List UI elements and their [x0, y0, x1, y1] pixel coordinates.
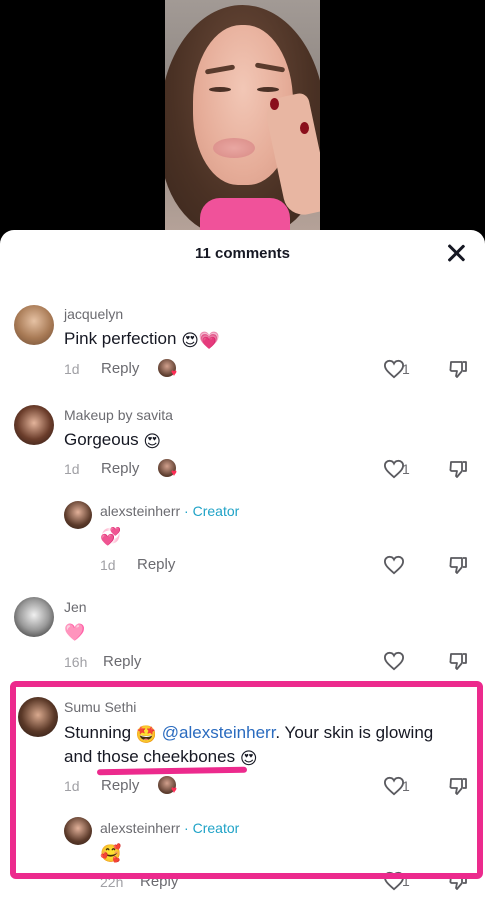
comment-username: alexsteinherr · Creator: [100, 503, 239, 519]
comment-item: Jen 🩷 16h Reply: [0, 593, 485, 678]
video-brow: [204, 64, 236, 75]
mention-link[interactable]: @alexsteinherr: [162, 723, 276, 742]
comment-age: 22h: [100, 874, 124, 890]
comment-text: Stunning 🤩 @alexsteinherr. Your skin is …: [64, 723, 433, 745]
video-nail: [270, 98, 279, 110]
heart-eyes-emoji: 😍: [143, 432, 162, 451]
heart-icon: ♥: [171, 368, 177, 379]
comment-item: jacquelyn Pink perfection 😍💗 1d Reply ♥ …: [0, 300, 485, 390]
creator-username[interactable]: alexsteinherr: [100, 503, 180, 519]
reply-button[interactable]: Reply: [140, 873, 178, 890]
comment-item: Sumu Sethi Stunning 🤩 @alexsteinherr. Yo…: [0, 693, 485, 803]
comment-text-body: Gorgeous: [64, 430, 139, 449]
comment-age: 1d: [64, 461, 80, 477]
comment-text: Pink perfection 😍💗: [64, 329, 220, 351]
comment-text: 🩷: [64, 621, 85, 643]
pink-heart-emoji: 💗: [198, 331, 221, 350]
star-struck-emoji: 🤩: [135, 725, 158, 744]
two-hearts-emoji: 💞: [100, 527, 122, 546]
avatar[interactable]: [14, 305, 54, 345]
avatar[interactable]: [14, 405, 54, 445]
comment-text-body: . Your skin is glowing: [275, 723, 434, 742]
reply-button[interactable]: Reply: [101, 360, 139, 377]
reply-button[interactable]: Reply: [101, 777, 139, 794]
comment-text: 🥰: [100, 842, 121, 864]
reply-button[interactable]: Reply: [103, 653, 141, 670]
comment-text: 💞: [100, 525, 121, 547]
reply-item: alexsteinherr · Creator 🥰 22h Reply 1: [0, 815, 485, 900]
avatar[interactable]: [64, 501, 92, 529]
video-lips: [213, 138, 255, 158]
close-icon[interactable]: [445, 242, 467, 264]
avatar[interactable]: [18, 697, 58, 737]
sheet-header: 11 comments: [0, 230, 485, 275]
dislike-icon[interactable]: [448, 871, 468, 891]
video-nail: [300, 122, 309, 134]
dislike-icon[interactable]: [448, 459, 468, 479]
video-frame: [165, 0, 320, 240]
comment-username[interactable]: jacquelyn: [64, 306, 123, 322]
comment-username[interactable]: Sumu Sethi: [64, 699, 136, 715]
avatar[interactable]: [14, 597, 54, 637]
creator-badge: · Creator: [184, 820, 240, 836]
comment-age: 1d: [64, 361, 80, 377]
comment-username[interactable]: Jen: [64, 599, 87, 615]
reply-button[interactable]: Reply: [101, 460, 139, 477]
comment-age: 16h: [64, 654, 88, 670]
heart-icon: ♥: [171, 468, 177, 479]
reply-button[interactable]: Reply: [137, 556, 175, 573]
video-player[interactable]: [0, 0, 485, 240]
creator-username[interactable]: alexsteinherr: [100, 820, 180, 836]
comment-age: 1d: [64, 778, 80, 794]
like-count: 1: [402, 873, 410, 889]
dislike-icon[interactable]: [448, 776, 468, 796]
heart-eyes-emoji: 😍: [181, 331, 199, 350]
reply-item: alexsteinherr · Creator 💞 1d Reply: [0, 498, 485, 583]
comment-item: Makeup by savita Gorgeous 😍 1d Reply ♥ 1: [0, 401, 485, 491]
comments-title: 11 comments: [194, 245, 291, 262]
heart-outline-icon[interactable]: [383, 651, 405, 671]
comment-text-body: and those cheekbones: [64, 747, 236, 766]
comment-text-body: Pink perfection: [64, 329, 177, 348]
comment-text: Gorgeous 😍: [64, 430, 161, 452]
heart-icon: ♥: [171, 785, 177, 796]
comment-username: alexsteinherr · Creator: [100, 820, 239, 836]
like-count: 1: [402, 778, 410, 794]
avatar[interactable]: [64, 817, 92, 845]
like-count: 1: [402, 461, 410, 477]
pink-heart-emoji: 🩷: [64, 623, 86, 642]
like-count: 1: [402, 361, 410, 377]
dislike-icon[interactable]: [448, 555, 468, 575]
comment-text: and those cheekbones 😍: [64, 747, 258, 769]
video-eye: [257, 87, 279, 92]
video-eye: [209, 87, 231, 92]
heart-outline-icon[interactable]: [383, 555, 405, 575]
smiling-hearts-emoji: 🥰: [100, 844, 122, 863]
comment-text-body: Stunning: [64, 723, 132, 742]
comment-username[interactable]: Makeup by savita: [64, 407, 173, 423]
video-brow: [254, 62, 286, 73]
creator-badge: · Creator: [184, 503, 240, 519]
dislike-icon[interactable]: [448, 651, 468, 671]
comment-age: 1d: [100, 557, 116, 573]
dislike-icon[interactable]: [448, 359, 468, 379]
